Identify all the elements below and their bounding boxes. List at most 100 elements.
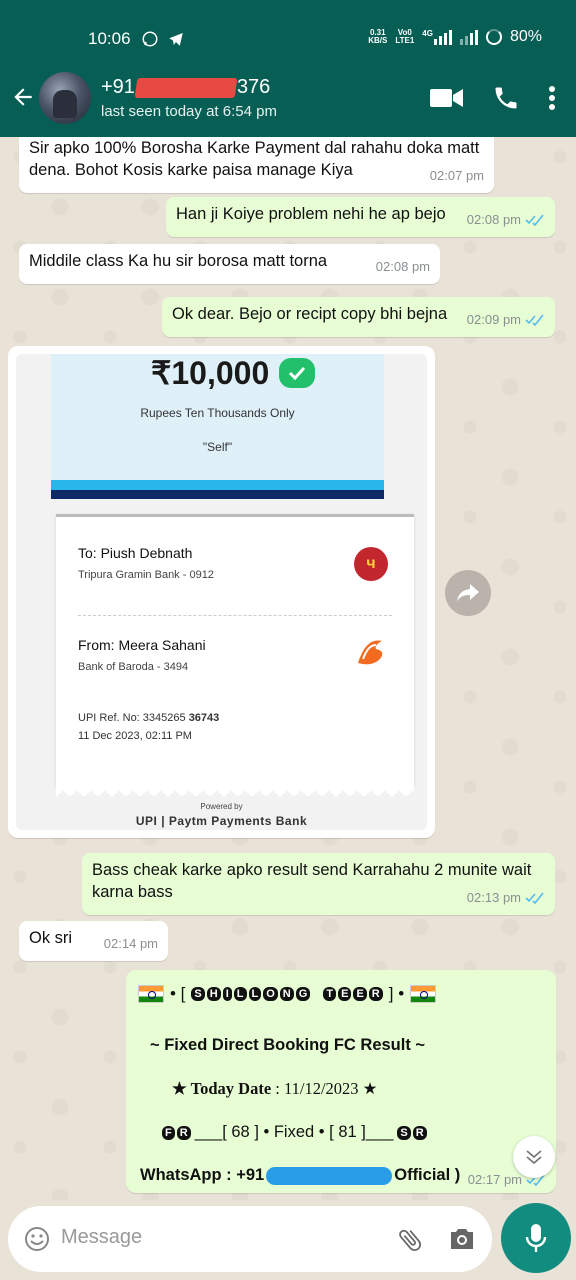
message-text: Ok sri (29, 929, 73, 947)
message-time: 02:17 pm (467, 1172, 522, 1187)
receiver-bank: Tripura Gramin Bank - 0912 (78, 569, 214, 581)
battery-icon (485, 29, 502, 45)
forward-icon (457, 584, 479, 602)
title-letter (312, 987, 321, 1001)
double-chevron-down-icon (526, 1150, 542, 1165)
message-time: 02:09 pm (466, 312, 521, 327)
india-flag-icon (138, 985, 164, 1003)
message-time: 02:08 pm (375, 259, 430, 274)
receiver-name: To: Piush Debnath (78, 545, 193, 561)
message-incoming[interactable]: Middile class Ka hu sir borosa matt torn… (19, 244, 440, 284)
read-receipt-icon (525, 214, 544, 226)
clock: 10:06 (88, 29, 131, 48)
title-letter: N (279, 987, 294, 1001)
title-letter: O (263, 987, 278, 1001)
title-letter: L (248, 987, 262, 1001)
contact-info[interactable]: +91 376 last seen today at 6:54 pm (101, 76, 277, 120)
payment-receipt: ₹10,000 Rupees Ten Thousands Only "Self"… (16, 354, 427, 830)
payment-receipt-image-message[interactable]: ₹10,000 Rupees Ten Thousands Only "Self"… (8, 346, 435, 838)
receipt-details-card: To: Piush Debnath Tripura Gramin Bank - … (56, 514, 414, 786)
message-time: 02:14 pm (103, 936, 158, 951)
message-input[interactable]: Message (61, 1226, 142, 1249)
emoji-icon[interactable] (24, 1226, 50, 1252)
upi-reference: UPI Ref. No: 3345265 36743 (78, 712, 220, 724)
status-bar: 10:06 0.31 KB/S Vo0 LTE1 4G 80% (0, 0, 576, 66)
fr-label: FR (162, 1125, 191, 1140)
message-time: 02:13 pm (466, 890, 521, 905)
notification-icons (141, 30, 185, 48)
payment-brand-logo: UPI | Paytm Payments Bank (135, 814, 308, 828)
result-whatsapp-line: WhatsApp : +91 Official ) (140, 1166, 461, 1185)
message-time: 02:08 pm (466, 212, 521, 227)
signal-bars-icon (433, 29, 452, 45)
title-letter: T (323, 987, 337, 1001)
last-seen: last seen today at 6:54 pm (101, 103, 277, 120)
sr-label: SR (397, 1125, 427, 1140)
read-receipt-icon (525, 314, 544, 326)
receiver-bank-logo-icon: ч (354, 547, 388, 581)
message-text: Bass cheak karke apko result send Karrah… (92, 861, 532, 901)
receipt-amount: ₹10,000 (151, 354, 316, 392)
contact-avatar[interactable] (39, 72, 91, 124)
battery-percentage: 80% (509, 28, 542, 45)
whatsapp-notification-icon (142, 31, 158, 47)
chat-area[interactable]: Sir apko 100% Borosha Karke Payment dal … (0, 137, 576, 1200)
powered-by-label: Powered by (200, 802, 243, 811)
volte-indicator: Vo0 LTE1 (395, 28, 415, 45)
message-outgoing[interactable]: Han ji Koiye problem nehi he ap bejo 02:… (166, 197, 555, 237)
more-options-icon[interactable] (548, 85, 556, 111)
message-outgoing[interactable]: Bass cheak karke apko result send Karrah… (82, 853, 555, 915)
fr-letter: F (162, 1125, 175, 1140)
receipt-amount-words: Rupees Ten Thousands Only (140, 406, 295, 420)
telegram-notification-icon (169, 33, 183, 46)
result-subtitle: ~ Fixed Direct Booking FC Result ~ (150, 1036, 426, 1054)
india-flag-icon (410, 985, 437, 1003)
contact-number: +91 376 (101, 76, 271, 98)
title-letter: S (191, 987, 205, 1001)
sender-name: From: Meera Sahani (78, 637, 206, 653)
input-bar: Message (0, 1200, 576, 1280)
signal-bars-2-icon (459, 29, 478, 45)
scroll-to-bottom-button[interactable] (513, 1136, 555, 1178)
message-text: Han ji Koiye problem nehi he ap bejo (176, 205, 446, 223)
result-date: ★ Today Date : 11/12/2023 ★ (172, 1079, 378, 1098)
video-call-icon[interactable] (430, 86, 464, 110)
network-speed: 0.31 KB/S (368, 28, 388, 45)
network-type-label: 4G (422, 28, 433, 38)
transaction-datetime: 11 Dec 2023, 02:11 PM (78, 730, 192, 742)
result-title: • [ SHILLONG TEER ] • (138, 984, 437, 1004)
message-outgoing[interactable]: Ok dear. Bejo or recipt copy bhi bejna 0… (162, 297, 555, 337)
microphone-icon (525, 1224, 547, 1252)
back-arrow-icon[interactable] (10, 84, 36, 110)
app-bar: +91 376 last seen today at 6:54 pm (0, 70, 576, 130)
message-text: Sir apko 100% Borosha Karke Payment dal … (29, 139, 480, 179)
receipt-amount-section: ₹10,000 Rupees Ten Thousands Only "Self" (51, 354, 384, 499)
sender-bank-logo-icon (358, 640, 383, 665)
header-actions (430, 84, 556, 112)
receipt-stripe (51, 490, 384, 499)
message-outgoing-result[interactable]: • [ SHILLONG TEER ] • ~ Fixed Direct Boo… (126, 970, 556, 1193)
message-text: Ok dear. Bejo or recipt copy bhi bejna (172, 305, 448, 323)
forward-button[interactable] (445, 570, 491, 616)
title-letter: G (295, 987, 311, 1001)
message-text: Middile class Ka hu sir borosa matt torn… (29, 252, 328, 270)
sr-letter: S (397, 1125, 411, 1140)
message-compose-box[interactable]: Message (8, 1206, 492, 1272)
sr-letter: R (412, 1125, 427, 1140)
fr-letter: R (176, 1125, 191, 1140)
success-check-icon (279, 358, 316, 388)
attachment-icon[interactable] (396, 1226, 424, 1254)
title-letter: I (222, 987, 232, 1001)
redaction-mark (134, 77, 238, 98)
title-letter: R (368, 987, 383, 1001)
boxed-title-text: SHILLONG TEER (191, 987, 383, 1001)
camera-icon[interactable] (448, 1226, 476, 1252)
voice-call-icon[interactable] (492, 84, 520, 112)
receipt-note: "Self" (202, 440, 233, 454)
message-incoming[interactable]: Ok sri 02:14 pm (19, 921, 168, 961)
redaction-mark (266, 1166, 393, 1185)
message-incoming[interactable]: Sir apko 100% Borosha Karke Payment dal … (19, 137, 494, 193)
chat-header: 10:06 0.31 KB/S Vo0 LTE1 4G 80% +91 376 … (0, 0, 576, 137)
divider (78, 615, 392, 616)
voice-record-button[interactable] (501, 1203, 571, 1273)
